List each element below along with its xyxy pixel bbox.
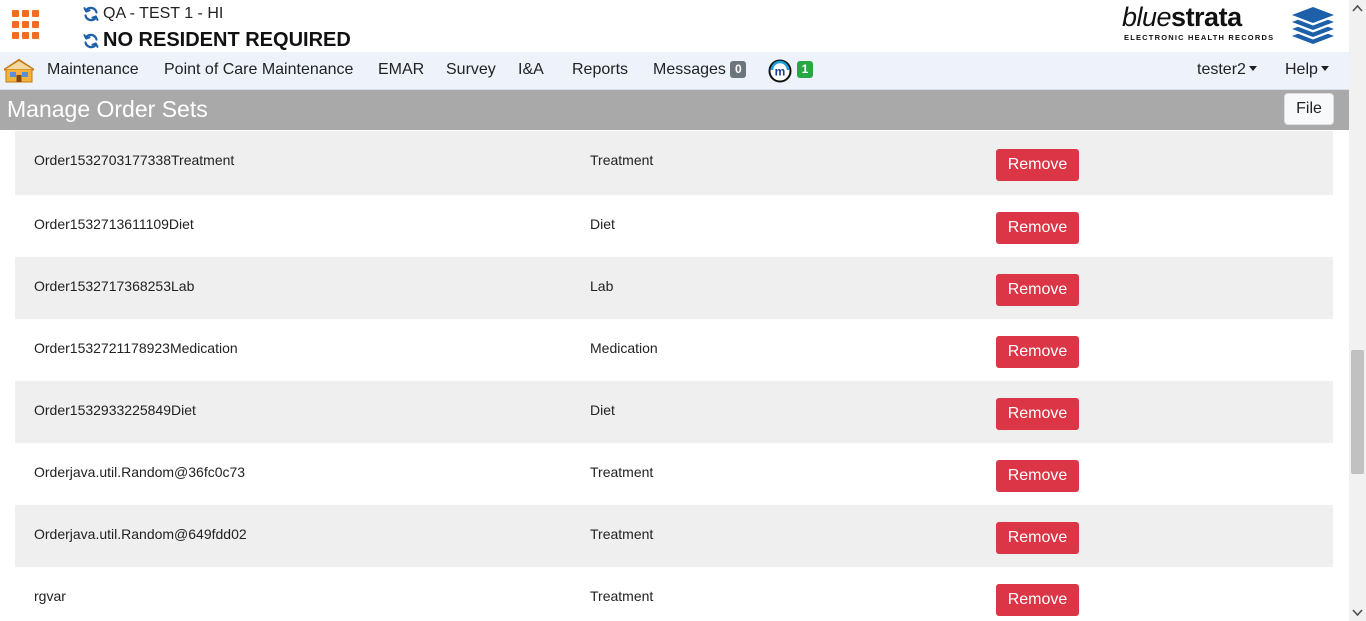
order-set-name: Order1532721178923Medication — [34, 340, 238, 356]
list-item: Orderjava.util.Random@649fdd02 Treatment… — [15, 505, 1333, 567]
remove-button[interactable]: Remove — [996, 149, 1079, 181]
order-set-type: Diet — [590, 216, 615, 232]
order-set-name: Order1532713611109Diet — [34, 216, 194, 232]
nav-reports[interactable]: Reports — [572, 61, 628, 79]
caret-down-icon — [1248, 66, 1257, 71]
nav-emar[interactable]: EMAR — [378, 61, 424, 79]
nav-survey[interactable]: Survey — [446, 61, 496, 79]
scroll-up-arrow-icon[interactable] — [1349, 0, 1366, 17]
nav-messages[interactable]: Messages 0 — [653, 61, 747, 79]
facility-selector[interactable]: QA - TEST 1 - HI — [83, 5, 223, 23]
logo-tagline: ELECTRONIC HEALTH RECORDS — [1124, 33, 1275, 42]
m-app-icon[interactable]: m — [768, 59, 792, 83]
order-set-type: Treatment — [590, 152, 654, 168]
order-set-type: Treatment — [590, 588, 654, 604]
order-set-type: Lab — [590, 278, 614, 294]
bluestrata-logo: bluestrata ELECTRONIC HEALTH RECORDS — [1122, 2, 1336, 46]
layers-icon — [1292, 7, 1334, 44]
remove-button[interactable]: Remove — [996, 336, 1079, 368]
logo-wordmark: bluestrata — [1122, 2, 1242, 32]
refresh-icon — [83, 33, 99, 48]
user-menu[interactable]: tester2 — [1197, 61, 1257, 79]
order-set-name: Order1532717368253Lab — [34, 278, 195, 294]
order-set-name: Orderjava.util.Random@36fc0c73 — [34, 464, 246, 480]
list-item: Order1532933225849Diet Diet Remove — [15, 381, 1333, 443]
page-title: Manage Order Sets — [7, 96, 208, 122]
home-icon[interactable] — [4, 58, 34, 84]
nav-point-of-care-maintenance[interactable]: Point of Care Maintenance — [164, 61, 353, 79]
vertical-scrollbar[interactable] — [1349, 0, 1366, 621]
scrollbar-thumb[interactable] — [1351, 350, 1364, 474]
list-item: Order1532721178923Medication Medication … — [15, 319, 1333, 381]
remove-button[interactable]: Remove — [996, 398, 1079, 430]
order-set-name: Orderjava.util.Random@649fdd02 — [34, 526, 247, 542]
list-item: Order1532717368253Lab Lab Remove — [15, 257, 1333, 319]
remove-button[interactable]: Remove — [996, 584, 1079, 616]
messages-count-badge: 0 — [730, 61, 747, 78]
order-set-type: Treatment — [590, 526, 654, 542]
remove-button[interactable]: Remove — [996, 212, 1079, 244]
refresh-icon — [83, 6, 99, 22]
user-name: tester2 — [1197, 61, 1246, 78]
list-item: Order1532703177338Treatment Treatment Re… — [15, 131, 1333, 195]
order-set-name: Order1532703177338Treatment — [34, 152, 235, 168]
top-header: QA - TEST 1 - HI NO RESIDENT REQUIRED bl… — [0, 0, 1349, 52]
resident-name: NO RESIDENT REQUIRED — [103, 29, 351, 51]
list-item: Order1532713611109Diet Diet Remove — [15, 195, 1333, 257]
m-count-badge: 1 — [797, 61, 813, 78]
page-header: Manage Order Sets File — [0, 90, 1349, 130]
order-set-type: Diet — [590, 402, 615, 418]
remove-button[interactable]: Remove — [996, 274, 1079, 306]
remove-button[interactable]: Remove — [996, 522, 1079, 554]
help-label: Help — [1285, 61, 1318, 78]
nav-i-and-a[interactable]: I&A — [518, 61, 544, 79]
app-launcher-grid-icon[interactable] — [12, 10, 42, 40]
order-set-type: Medication — [590, 340, 658, 356]
list-item: rgvar Treatment Remove — [15, 567, 1333, 621]
order-set-type: Treatment — [590, 464, 654, 480]
nav-messages-label: Messages — [653, 61, 726, 78]
caret-down-icon — [1320, 66, 1329, 71]
list-item: Orderjava.util.Random@36fc0c73 Treatment… — [15, 443, 1333, 505]
file-button[interactable]: File — [1284, 93, 1334, 125]
facility-name: QA - TEST 1 - HI — [103, 5, 224, 22]
svg-text:m: m — [775, 65, 786, 79]
resident-selector[interactable]: NO RESIDENT REQUIRED — [83, 29, 351, 52]
remove-button[interactable]: Remove — [996, 460, 1079, 492]
main-navbar: Maintenance Point of Care Maintenance EM… — [0, 52, 1349, 90]
order-set-name: Order1532933225849Diet — [34, 402, 196, 418]
help-menu[interactable]: Help — [1285, 61, 1329, 79]
scroll-down-arrow-icon[interactable] — [1349, 604, 1366, 621]
app-root: QA - TEST 1 - HI NO RESIDENT REQUIRED bl… — [0, 0, 1366, 621]
nav-maintenance[interactable]: Maintenance — [47, 61, 139, 79]
order-set-name: rgvar — [34, 588, 66, 604]
order-set-list: Order1532703177338Treatment Treatment Re… — [15, 131, 1333, 621]
